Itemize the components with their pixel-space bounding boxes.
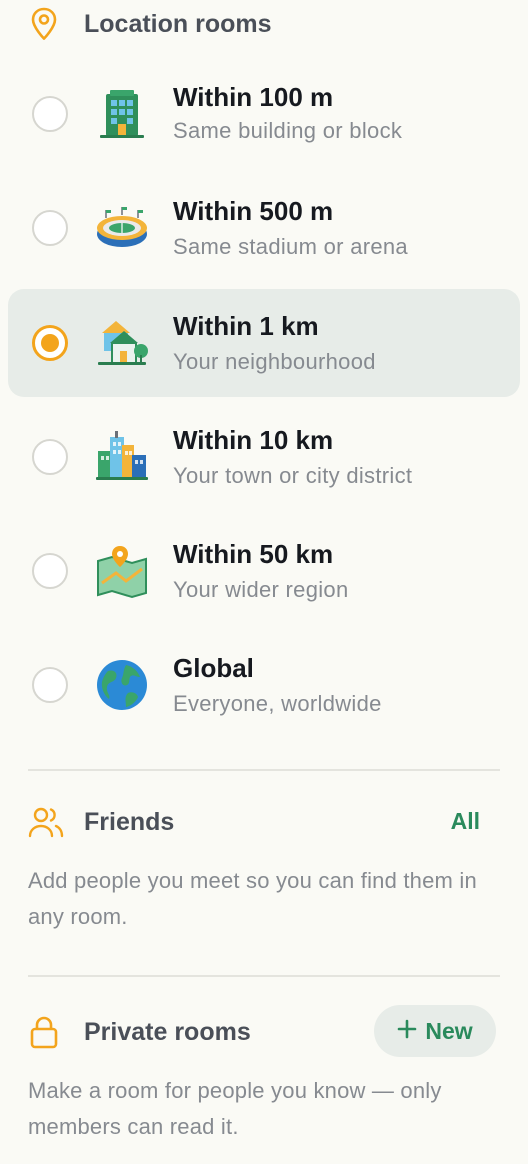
friends-header: Friends [28,802,174,842]
friends-title: Friends [84,807,175,836]
private-rooms-title: Private rooms [84,1017,251,1046]
room-title: Within 50 km [173,539,334,569]
room-option-500m[interactable]: Within 500 m Same stadium or arena [8,174,520,282]
room-option-1km[interactable]: Within 1 km Your neighbourhood [8,289,520,397]
friends-description: Add people you meet so you can find them… [28,868,477,929]
room-subtitle: Your wider region [173,577,349,602]
plus-icon [397,1018,417,1045]
room-subtitle: Everyone, worldwide [173,691,382,716]
stadium-icon [94,200,150,256]
room-title: Within 10 km [173,425,334,455]
room-option-10km[interactable]: Within 10 km Your town or city district [8,403,520,511]
room-option-global[interactable]: Global Everyone, worldwide [8,631,520,739]
houses-icon [94,315,150,371]
room-subtitle: Your neighbourhood [173,349,376,374]
room-subtitle: Your town or city district [173,463,413,488]
radio-button[interactable] [32,553,68,589]
room-subtitle: Same building or block [173,118,403,143]
office-building-icon [94,86,150,142]
new-room-label: New [425,1017,473,1044]
lock-icon [28,1012,68,1052]
map-icon [94,543,150,599]
room-option-100m[interactable]: Within 100 m Same building or block [8,60,520,168]
room-title: Within 1 km [173,311,319,341]
radio-button-selected[interactable] [32,325,68,361]
radio-button[interactable] [32,96,68,132]
radio-button[interactable] [32,210,68,246]
radio-button[interactable] [32,667,68,703]
people-icon [28,802,68,842]
divider [28,975,500,977]
private-rooms-header: Private rooms [28,1012,251,1052]
location-rooms-header: Location rooms [28,4,272,44]
room-subtitle: Same stadium or arena [173,234,408,259]
room-option-50km[interactable]: Within 50 km Your wider region [8,517,520,625]
cityscape-icon [94,429,150,485]
radio-button[interactable] [32,439,68,475]
room-title: Within 100 m [173,82,334,112]
location-pin-icon [28,4,68,44]
room-title: Global [173,653,254,683]
new-room-button[interactable]: New [374,1005,496,1057]
friends-all-link[interactable]: All [451,808,480,835]
globe-icon [94,657,150,713]
room-title: Within 500 m [173,196,334,226]
private-rooms-description: Make a room for people you know — only m… [28,1078,442,1139]
location-rooms-title: Location rooms [84,9,272,38]
divider [28,769,500,771]
